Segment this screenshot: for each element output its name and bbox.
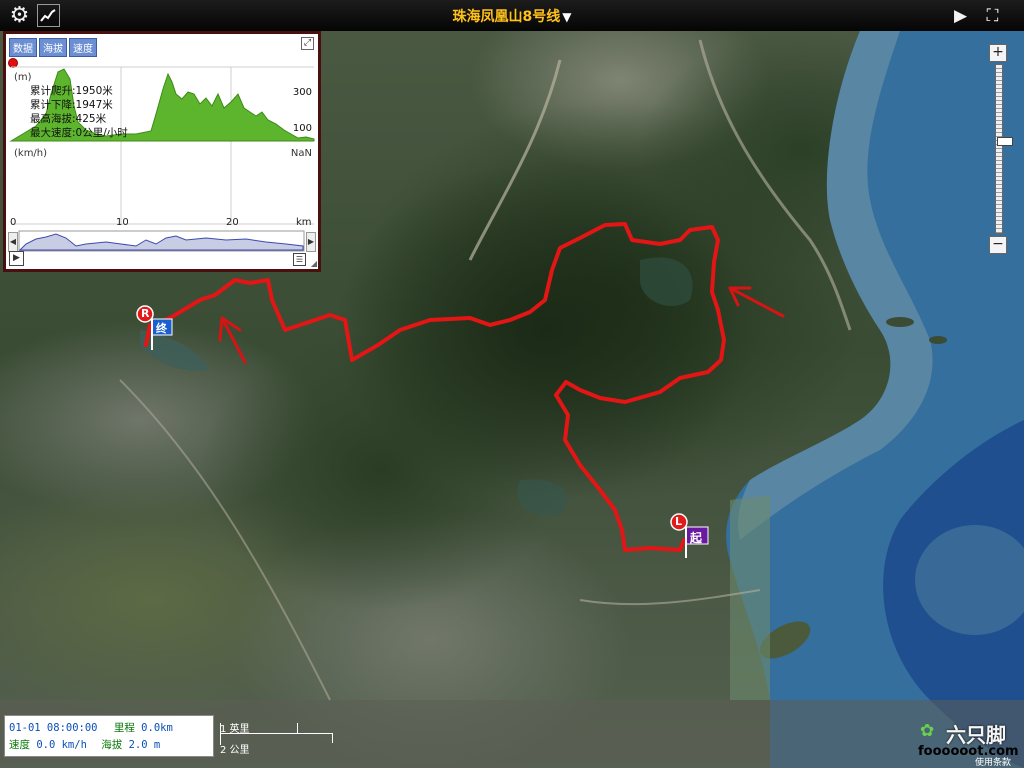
- speed-unit: (km/h): [14, 148, 48, 159]
- stat-max-altitude: 最高海拔:425米: [30, 113, 107, 125]
- play-icon[interactable]: ▶: [9, 251, 24, 266]
- info-row-time: 01-01 08:00:00 里程 0.0km: [9, 720, 173, 735]
- distance-tick-20: 20: [226, 217, 239, 228]
- scale-line: [220, 733, 332, 734]
- stat-total-climb: 累计爬升:1950米: [30, 85, 113, 97]
- chevron-down-icon[interactable]: ▼: [562, 10, 571, 24]
- speed-value: 0.0 km/h: [36, 739, 87, 751]
- profile-chart[interactable]: [6, 34, 318, 269]
- start-flag-label[interactable]: 起: [690, 529, 702, 546]
- playback-info-box: 01-01 08:00:00 里程 0.0km 速度 0.0 km/h 海拔 2…: [4, 715, 214, 757]
- scroll-left-icon[interactable]: ◀: [8, 232, 18, 252]
- elevation-tick-300: 300: [292, 87, 312, 98]
- playback-datetime: 01-01 08:00:00: [9, 722, 98, 734]
- route-title[interactable]: 珠海凤凰山8号线 ▼: [0, 6, 1024, 26]
- footprint-logo-icon: ✿: [920, 721, 935, 741]
- stat-total-descent: 累计下降:1947米: [30, 99, 113, 111]
- scale-tick-km: [332, 733, 333, 743]
- zoom-slider-track[interactable]: [995, 64, 1013, 234]
- terms-link[interactable]: 使用条款: [975, 755, 1011, 768]
- altitude-label: 海拔: [101, 739, 123, 751]
- speed-value: NaN: [290, 148, 312, 159]
- distance-tick-0: 0: [10, 217, 17, 228]
- elevation-tick-100: 100: [292, 123, 312, 134]
- end-flag-label[interactable]: 终: [156, 320, 167, 336]
- zoom-control: + −: [989, 44, 1013, 254]
- mileage-label: 里程: [113, 722, 135, 734]
- altitude-value: 2.0 m: [128, 739, 161, 751]
- play-icon[interactable]: ▶: [948, 3, 973, 28]
- route-title-text[interactable]: 珠海凤凰山8号线: [453, 9, 561, 25]
- scroll-right-icon[interactable]: ▶: [306, 232, 316, 252]
- stats-list: 累计爬升:1950米 累计下降:1947米 最高海拔:425米 最大速度:0公里…: [30, 84, 128, 140]
- distance-tick-10: 10: [116, 217, 129, 228]
- scale-bar: 1 英里 2 公里: [220, 720, 250, 756]
- mileage-value: 0.0km: [141, 722, 173, 734]
- scale-tick-start: [220, 723, 221, 745]
- info-row-speed: 速度 0.0 km/h 海拔 2.0 m: [9, 737, 160, 752]
- end-marker-letter[interactable]: R: [141, 307, 149, 320]
- route-track: [144, 222, 726, 552]
- scale-tick-miles: [297, 723, 298, 733]
- resize-handle-icon[interactable]: ◢: [311, 259, 317, 268]
- speed-label: 速度: [9, 739, 30, 751]
- top-toolbar: ⚙ 珠海凤凰山8号线 ▼ ▶ ⛶: [0, 0, 1024, 31]
- fullscreen-icon[interactable]: ⛶: [980, 3, 1005, 28]
- zoom-in-button[interactable]: +: [989, 44, 1007, 62]
- stat-max-speed: 最大速度:0公里/小时: [30, 127, 128, 139]
- profile-panel: 数据 海拔 速度 ⤢ (m) 累计爬升:1950米 累计下降:1947米 最高海…: [3, 31, 321, 272]
- start-marker-letter[interactable]: L: [675, 515, 682, 528]
- menu-icon[interactable]: ☰: [293, 253, 306, 266]
- distance-unit: km: [296, 217, 312, 228]
- scale-km: 2 公里: [220, 745, 250, 756]
- zoom-out-button[interactable]: −: [989, 236, 1007, 254]
- zoom-slider-handle[interactable]: [997, 137, 1013, 146]
- elevation-unit: (m): [14, 72, 32, 83]
